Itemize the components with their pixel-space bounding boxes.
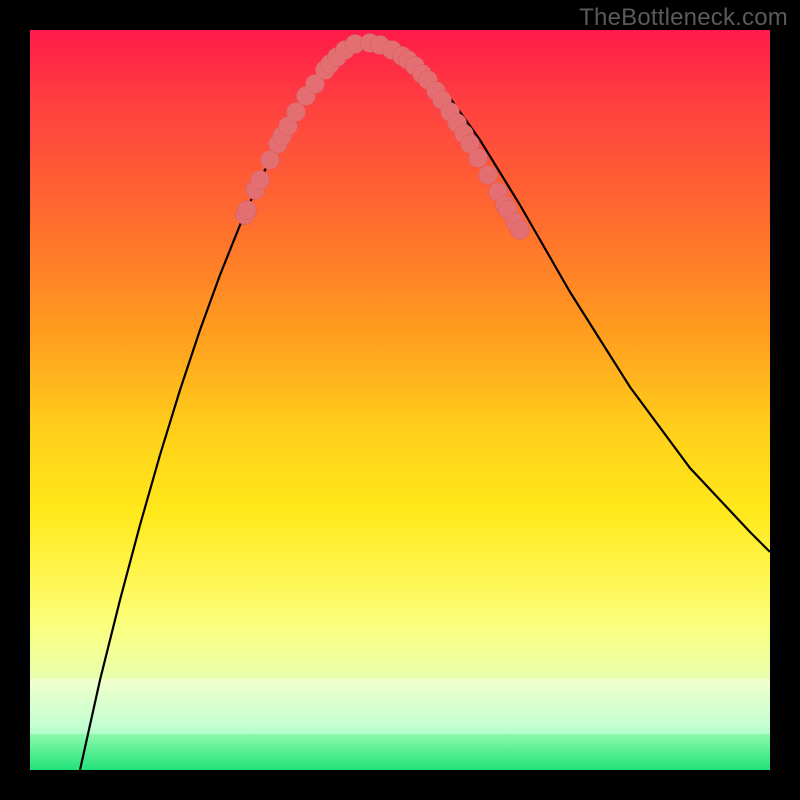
data-marker	[238, 201, 257, 220]
data-marker	[511, 221, 530, 240]
chart-frame: TheBottleneck.com	[0, 0, 800, 800]
chart-svg	[30, 30, 770, 770]
bottleneck-curve	[80, 44, 770, 770]
data-marker	[469, 149, 488, 168]
data-marker	[479, 166, 498, 185]
data-marker	[251, 171, 270, 190]
marker-group	[236, 34, 530, 240]
plot-area	[30, 30, 770, 770]
watermark-label: TheBottleneck.com	[579, 4, 788, 32]
data-marker	[287, 103, 306, 122]
